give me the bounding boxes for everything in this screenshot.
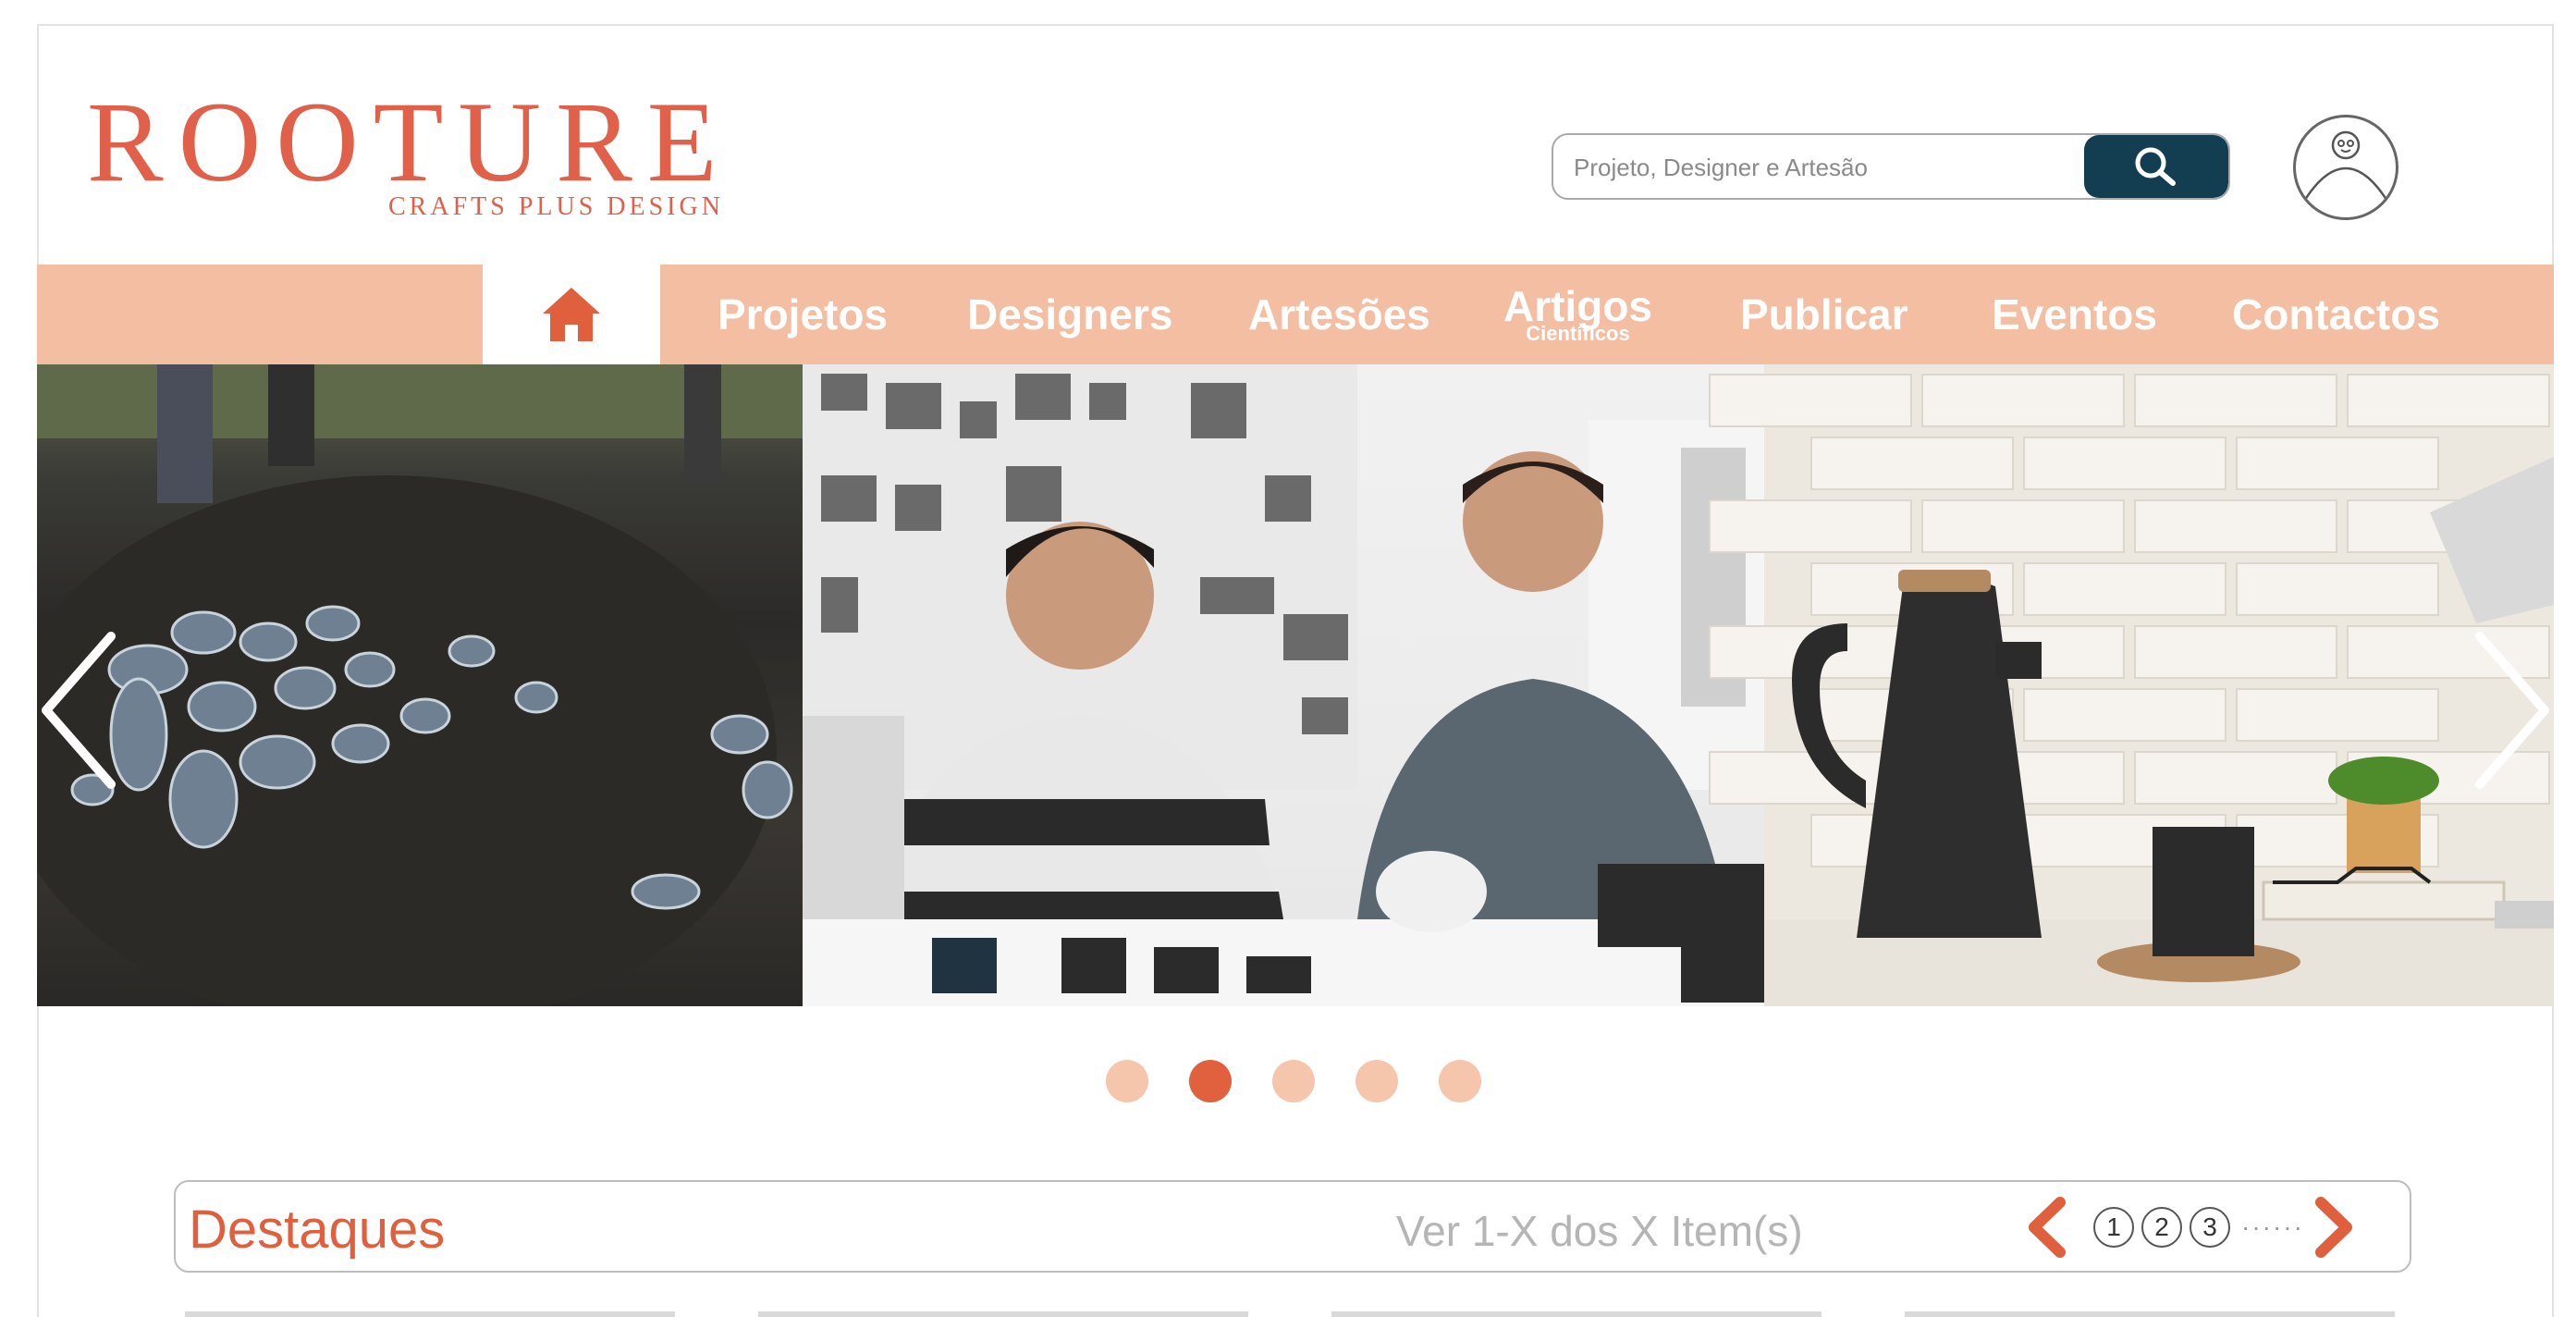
highlights-count: Ver 1-X dos X Item(s) xyxy=(1396,1207,1803,1255)
pager-next-button[interactable] xyxy=(2308,1195,2358,1260)
nav-item-label: Artesões xyxy=(1248,290,1430,338)
page-number[interactable]: 1 xyxy=(2093,1207,2134,1248)
page-number[interactable]: 2 xyxy=(2141,1207,2182,1248)
search-input[interactable] xyxy=(1574,146,2055,189)
carousel-dot[interactable] xyxy=(1272,1060,1315,1102)
carousel-next-button[interactable] xyxy=(2443,618,2554,803)
nav-item-label: Designers xyxy=(967,290,1173,338)
carousel-dots xyxy=(1106,1060,1481,1102)
nav-item-publicar[interactable]: Publicar xyxy=(1740,265,1908,364)
hero-carousel xyxy=(37,364,2554,1006)
nav-item-projetos[interactable]: Projetos xyxy=(718,265,888,364)
logo-wordmark: ROOTURE xyxy=(87,79,732,205)
highlights-bar: Destaques Ver 1-X dos X Item(s) 1 2 3 ··… xyxy=(174,1180,2411,1273)
nav-item-contactos[interactable]: Contactos xyxy=(2232,265,2440,364)
carousel-dot[interactable] xyxy=(1106,1060,1148,1102)
nav-item-eventos[interactable]: Eventos xyxy=(1992,265,2157,364)
card-top-edge xyxy=(1905,1311,2395,1317)
black-ceramic-teapot-photo xyxy=(1709,364,2554,1006)
chevron-right-icon xyxy=(2314,1197,2352,1258)
nav-item-artigos[interactable]: Artigos Científicos xyxy=(1503,265,1652,364)
search-button[interactable] xyxy=(2084,135,2228,198)
site-logo[interactable]: ROOTURE CRAFTS PLUS DESIGN xyxy=(87,67,734,233)
page-number[interactable]: 3 xyxy=(2190,1207,2230,1248)
nav-item-label: Contactos xyxy=(2232,290,2440,338)
nav-item-designers[interactable]: Designers xyxy=(967,265,1172,364)
home-icon xyxy=(543,288,600,341)
user-avatar-button[interactable] xyxy=(2293,115,2398,220)
logo-tagline: CRAFTS PLUS DESIGN xyxy=(388,192,724,221)
nav-item-sublabel: Científicos xyxy=(1526,322,1630,345)
chevron-left-icon xyxy=(42,632,116,789)
pottery-firing-photo xyxy=(37,364,803,1006)
carousel-dot-active[interactable] xyxy=(1189,1060,1232,1102)
nav-home-button[interactable] xyxy=(483,265,660,364)
card-top-edge xyxy=(758,1311,1248,1317)
page-ellipsis: ······ xyxy=(2241,1212,2304,1241)
teapot-scene xyxy=(1764,457,2554,1006)
user-avatar-icon xyxy=(2301,130,2390,203)
carousel-prev-button[interactable] xyxy=(37,618,148,803)
search-box xyxy=(1552,133,2230,200)
carousel-dot[interactable] xyxy=(1439,1060,1481,1102)
main-nav: Projetos Designers Artesões Artigos Cien… xyxy=(37,265,2554,364)
highlights-title: Destaques xyxy=(189,1200,446,1260)
designers-photo xyxy=(803,364,1764,1006)
nav-item-label: Eventos xyxy=(1992,290,2157,338)
nav-item-label: Projetos xyxy=(718,290,889,338)
card-top-edge xyxy=(185,1311,675,1317)
card-top-edge xyxy=(1331,1311,1822,1317)
pager-prev-button[interactable] xyxy=(2023,1195,2073,1260)
chevron-left-icon xyxy=(2029,1197,2066,1258)
search-icon xyxy=(2135,147,2176,186)
chevron-right-icon xyxy=(2475,632,2549,789)
nav-item-artesoes[interactable]: Artesões xyxy=(1248,265,1430,364)
nav-item-label: Publicar xyxy=(1740,290,1908,338)
highlights-pager: 1 2 3 ······ xyxy=(2023,1195,2358,1260)
carousel-dot[interactable] xyxy=(1355,1060,1398,1102)
